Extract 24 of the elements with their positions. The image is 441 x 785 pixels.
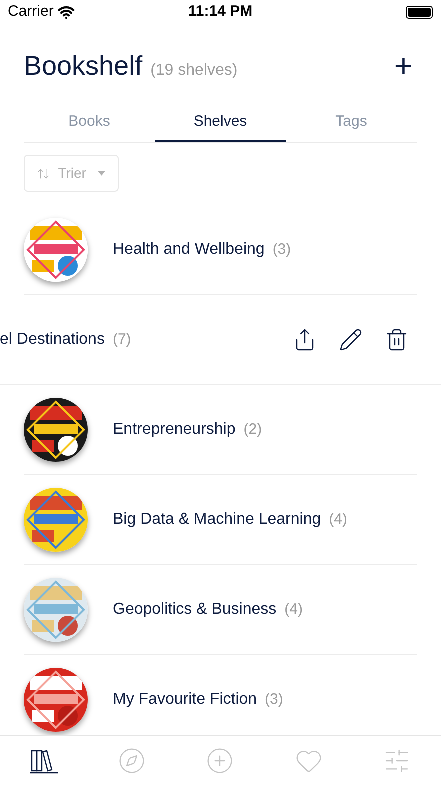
shelf-name[interactable]: My Favourite Fiction xyxy=(113,688,258,712)
caret-icon xyxy=(98,171,106,176)
book-count: (7) xyxy=(112,330,132,350)
shelf-name[interactable]: el Destinations xyxy=(0,328,105,352)
book-count: (4) xyxy=(329,510,348,530)
shelf-name[interactable]: Geopolitics & Business xyxy=(113,598,277,622)
book-count: (3) xyxy=(272,240,292,260)
tab[interactable]: Shelves xyxy=(155,104,286,142)
book-count: (2) xyxy=(244,420,262,440)
clock: 11:14 PM xyxy=(188,2,253,22)
shelf-name[interactable]: Entrepreneurship xyxy=(113,418,236,442)
shelf-name[interactable]: Health and Wellbeing xyxy=(113,238,265,262)
book-count: (3) xyxy=(265,690,284,710)
wifi-icon xyxy=(58,4,75,20)
carrier: Carrier xyxy=(8,2,54,22)
delete-icon[interactable] xyxy=(385,328,409,352)
shelf-count: (19 shelves) xyxy=(150,60,238,81)
shelf-name[interactable]: Big Data & Machine Learning xyxy=(113,508,322,532)
page-title: Bookshelf xyxy=(24,50,143,83)
add-button[interactable]: + xyxy=(390,50,417,82)
sort-icon xyxy=(37,166,50,180)
edit-icon[interactable] xyxy=(339,328,363,352)
battery-icon xyxy=(406,6,433,18)
book-count: (4) xyxy=(284,600,303,620)
